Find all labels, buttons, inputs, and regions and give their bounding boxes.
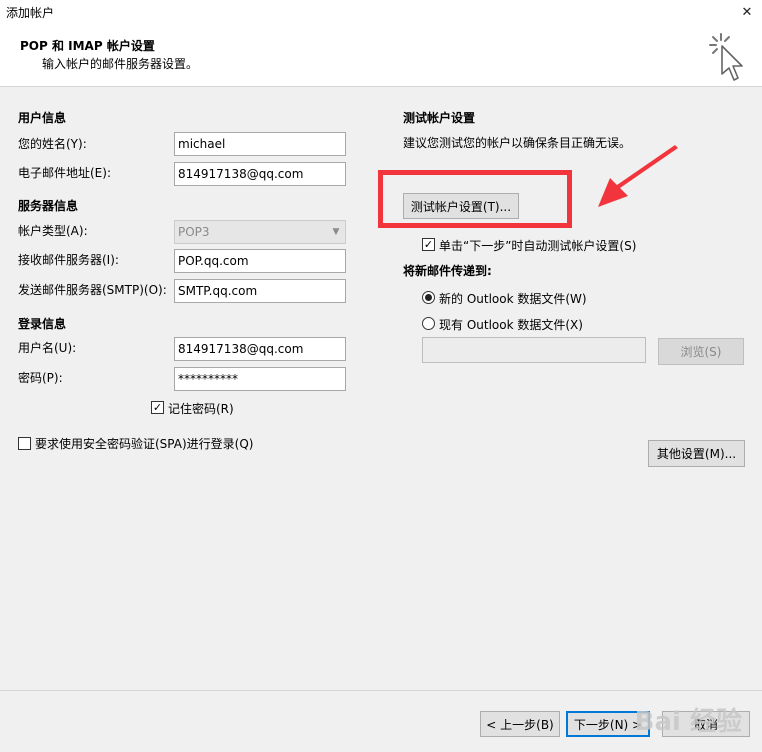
new-data-file-radio[interactable] [422,291,435,304]
test-settings-heading: 测试帐户设置 [403,111,476,125]
username-input[interactable]: 814917138@qq.com [174,337,346,361]
test-account-settings-button[interactable]: 测试帐户设置(T)... [403,193,519,219]
browse-button: 浏览(S) [658,338,744,365]
server-info-heading: 服务器信息 [18,199,79,213]
account-type-select: POP3 ▼ [174,220,346,244]
auto-test-label[interactable]: 单击“下一步”时自动测试帐户设置(S) [439,237,636,254]
spa-checkbox[interactable] [18,437,31,450]
username-label: 用户名(U): [18,341,77,355]
login-info-heading: 登录信息 [18,317,67,331]
red-arrow-annotation [598,145,678,207]
name-input[interactable]: michael [174,132,346,156]
radio-dot [425,294,432,301]
data-file-path-input [422,337,646,363]
incoming-server-label: 接收邮件服务器(I): [18,253,119,267]
spa-label[interactable]: 要求使用安全密码验证(SPA)进行登录(Q) [35,435,253,452]
deliver-heading: 将新邮件传递到: [403,264,492,278]
account-type-label: 帐户类型(A): [18,224,88,238]
incoming-server-input[interactable]: POP.qq.com [174,249,346,273]
window-title: 添加帐户 [6,6,55,20]
more-settings-button[interactable]: 其他设置(M)... [648,440,745,467]
watermark: Bai 经验 [634,707,742,737]
page-title: POP 和 IMAP 帐户设置 [20,39,155,53]
dialog-header: POP 和 IMAP 帐户设置 输入帐户的邮件服务器设置。 [0,24,762,87]
auto-test-checkbox[interactable]: ✓ [422,238,435,251]
existing-data-file-label[interactable]: 现有 Outlook 数据文件(X) [439,316,583,333]
back-button[interactable]: < 上一步(B) [480,711,560,737]
title-bar: 添加帐户 ✕ [0,0,762,24]
checkmark-icon: ✓ [423,238,434,251]
existing-data-file-radio[interactable] [422,317,435,330]
chevron-down-icon: ▼ [332,227,340,237]
footer-divider [0,690,762,691]
remember-password-label[interactable]: 记住密码(R) [168,400,234,417]
checkmark-icon: ✓ [152,401,163,414]
name-label: 您的姓名(Y): [18,137,87,151]
password-label: 密码(P): [18,371,63,385]
remember-password-checkbox[interactable]: ✓ [151,401,164,414]
user-info-heading: 用户信息 [18,111,67,125]
email-label: 电子邮件地址(E): [18,166,111,180]
password-input[interactable]: ********** [174,367,346,391]
close-icon[interactable]: ✕ [732,0,762,24]
account-type-value: POP3 [178,225,210,239]
page-subtitle: 输入帐户的邮件服务器设置。 [42,57,199,71]
new-data-file-label[interactable]: 新的 Outlook 数据文件(W) [439,290,587,307]
outgoing-server-input[interactable]: SMTP.qq.com [174,279,346,303]
email-input[interactable]: 814917138@qq.com [174,162,346,186]
outgoing-server-label: 发送邮件服务器(SMTP)(O): [18,283,167,297]
click-cursor-icon [709,33,743,81]
